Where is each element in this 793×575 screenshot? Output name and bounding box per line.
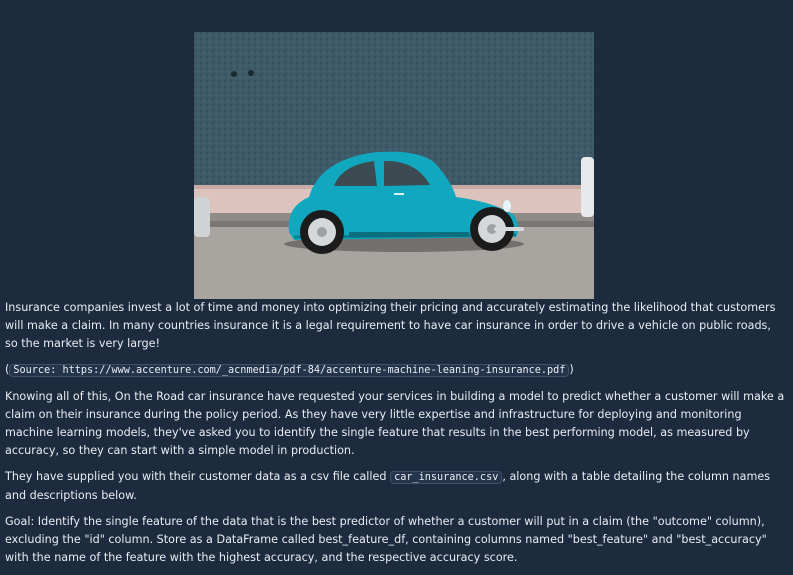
source-code: Source: https://www.accenture.com/_acnme… <box>9 364 570 377</box>
source-line: (Source: https://www.accenture.com/_acnm… <box>5 361 785 380</box>
data-text-before: They have supplied you with their custom… <box>5 470 391 483</box>
car-illustration <box>194 32 594 299</box>
context-paragraph: Knowing all of this, On the Road car ins… <box>5 390 785 457</box>
description-section: Insurance companies invest a lot of time… <box>5 299 785 575</box>
car-photo <box>194 32 594 299</box>
data-paragraph: They have supplied you with their custom… <box>5 468 785 505</box>
csv-filename-code: car_insurance.csv <box>390 471 503 484</box>
source-close-paren: ) <box>569 363 574 376</box>
intro-paragraph: Insurance companies invest a lot of time… <box>5 301 776 350</box>
goal-paragraph: Goal: Identify the single feature of the… <box>5 515 767 564</box>
